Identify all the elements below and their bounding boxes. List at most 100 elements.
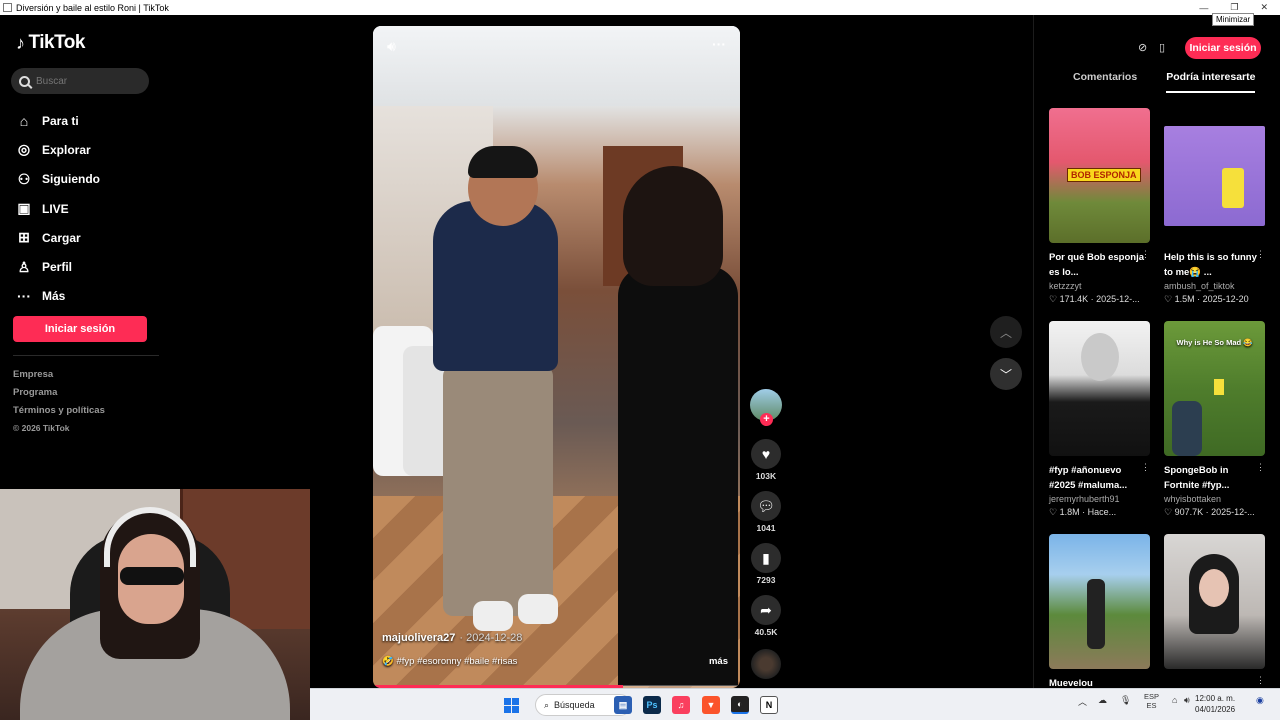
sidebar-footer: Empresa Programa Términos y políticas © … [13, 369, 105, 437]
home-icon: ⌂ [19, 112, 29, 129]
video-author-name[interactable]: majuolivera27 [382, 632, 455, 644]
card-author[interactable]: ambush_of_tiktok [1164, 281, 1265, 291]
sidebar-item-label: Para ti [42, 113, 79, 128]
search-icon [19, 75, 30, 87]
tiktok-logo[interactable]: ♪ TikTok [16, 32, 85, 54]
video-actions: + ♥ 103K 💬︎ 1041 ▮ 7293 ➦ 40.5K [749, 389, 783, 679]
card-author[interactable]: whyisbottaken [1164, 494, 1265, 504]
maximize-icon[interactable]: ❐ [1230, 2, 1238, 13]
video-caption[interactable]: 🤣 #fyp #esoronny #baile #risas [382, 656, 517, 667]
notion-icon[interactable]: N [760, 696, 778, 714]
language-indicator[interactable]: ESP ES [1144, 692, 1159, 710]
sidebar-item-explorar[interactable]: ◎ Explorar [16, 135, 100, 164]
window-title: Diversión y baile al estilo Roni | TikTo… [16, 2, 169, 13]
video-card[interactable]: ⋮ [1164, 534, 1265, 685]
video-more-link[interactable]: más [709, 656, 728, 667]
video-thumbnail[interactable] [1049, 321, 1150, 456]
chevron-up-icon: ︿ [999, 325, 1012, 340]
network-icon[interactable]: ⌂ [1172, 695, 1177, 705]
video-thumbnail[interactable]: BOB ESPONJA [1049, 108, 1150, 243]
footer-link-terminos[interactable]: Términos y políticas [13, 405, 105, 423]
tray-chevron-up-icon[interactable]: ︿ [1078, 695, 1087, 708]
tiktok-note-icon: ♪ [16, 32, 25, 53]
language-sub: ES [1146, 701, 1157, 710]
comment-button[interactable]: 💬︎ [751, 491, 781, 521]
video-scene-man [433, 201, 558, 371]
save-button[interactable]: ▮ [751, 543, 781, 573]
sidebar-item-para-ti[interactable]: ⌂ Para ti [16, 106, 100, 135]
video-card[interactable]: BOB ESPONJA Por qué Bob esponja es lo...… [1049, 108, 1150, 305]
video-thumbnail[interactable] [1164, 534, 1265, 669]
more-options-icon[interactable]: ··· [712, 36, 726, 52]
search-input[interactable] [36, 75, 136, 87]
card-title[interactable]: Por qué Bob esponja es lo... [1049, 250, 1150, 280]
sidebar-item-live[interactable]: ▣ LIVE [16, 194, 100, 223]
feed-navigation: ︿ ﹀ [990, 316, 1022, 400]
follow-plus-icon[interactable]: + [760, 413, 773, 426]
volume-icon[interactable]: 🔊︎ [1184, 695, 1190, 706]
video-scene-ceiling [373, 26, 740, 106]
browser-active-icon[interactable]: ◐ [731, 696, 749, 714]
card-meta: ♡ 907.7K · 2025-12-... [1164, 507, 1255, 517]
card-title[interactable]: SpongeBob in Fortnite #fyp... [1164, 463, 1265, 493]
card-more-icon[interactable]: ⋮ [1141, 462, 1150, 473]
chevron-down-icon: ﹀ [999, 367, 1012, 382]
card-more-icon[interactable]: ⋮ [1256, 249, 1265, 260]
video-date-value: 2024-12-28 [466, 632, 523, 644]
sidebar-divider [13, 355, 159, 356]
notification-icon[interactable]: ◉ [1256, 695, 1264, 706]
video-card[interactable]: Help this is so funny to me😭 ... ⋮ ambus… [1164, 108, 1265, 305]
sidebar-item-siguiendo[interactable]: ⚇ Siguiendo [16, 165, 100, 194]
file-explorer-icon[interactable]: ▤ [614, 696, 632, 714]
video-author[interactable]: majuolivera27 · 2024-12-28 [382, 632, 522, 644]
card-more-icon[interactable]: ⋮ [1256, 462, 1265, 473]
minimize-icon[interactable]: — [1199, 3, 1208, 13]
tab-podria-interesarte[interactable]: Podría interesarte [1166, 71, 1256, 93]
video-date: · 2024-12-28 [459, 632, 523, 644]
author-avatar[interactable]: + [750, 389, 782, 426]
music-app-icon[interactable]: ♫ [672, 696, 690, 714]
video-thumbnail[interactable]: Why is He So Mad 😂 [1164, 321, 1265, 456]
volume-icon[interactable]: 🔊︎ [387, 38, 396, 55]
like-button[interactable]: ♥ [751, 439, 781, 469]
sidebar-item-perfil[interactable]: ♙ Perfil [16, 252, 100, 281]
device-icon[interactable]: ▯ [1159, 41, 1165, 54]
sidebar-item-label: Más [42, 289, 66, 304]
card-more-icon[interactable]: ⋮ [1141, 249, 1150, 260]
card-author[interactable]: jeremyrhuberth91 [1049, 494, 1150, 504]
sidebar-item-cargar[interactable]: ⊞ Cargar [16, 223, 100, 252]
search-box[interactable] [11, 68, 149, 94]
close-icon[interactable]: ✕ [1260, 2, 1268, 13]
card-title[interactable]: Help this is so funny to me😭 ... [1164, 250, 1265, 280]
video-card[interactable]: Muevelou [1049, 534, 1150, 706]
clock-date: 04/01/2026 [1195, 705, 1236, 714]
sidebar-item-label: Perfil [42, 260, 73, 275]
video-card[interactable]: #fyp #añonuevo #2025 #maluma... ⋮ jeremy… [1049, 321, 1150, 518]
footer-link-programa[interactable]: Programa [13, 387, 105, 405]
video-thumbnail[interactable] [1049, 534, 1150, 669]
onedrive-icon[interactable]: ☁ [1098, 695, 1107, 706]
brave-browser-icon[interactable]: ▼ [702, 696, 720, 714]
photoshop-icon[interactable]: Ps [643, 696, 661, 714]
card-more-icon[interactable]: ⋮ [1256, 675, 1265, 686]
taskbar-clock[interactable]: 12:00 a. m. 04/01/2026 [1195, 693, 1235, 715]
card-author[interactable]: ketzzzyt [1049, 281, 1150, 291]
music-disc-icon[interactable] [751, 649, 781, 679]
previous-video-button[interactable]: ︿ [990, 316, 1022, 348]
footer-link-empresa[interactable]: Empresa [13, 369, 105, 387]
tab-comentarios[interactable]: Comentarios [1073, 71, 1137, 93]
windows-start-icon[interactable] [504, 698, 519, 713]
video-thumbnail[interactable] [1164, 108, 1265, 243]
share-button[interactable]: ➦ [751, 595, 781, 625]
card-meta: ♡ 171.4K · 2025-12-... [1049, 294, 1140, 304]
video-card[interactable]: Why is He So Mad 😂 SpongeBob in Fortnite… [1164, 321, 1265, 518]
explore-compass-icon[interactable]: ⊘ [1138, 41, 1147, 54]
login-button[interactable]: Iniciar sesión [13, 316, 147, 342]
video-player[interactable]: 🔊︎ ··· majuolivera27 · 2024-12-28 🤣 #fyp … [373, 26, 740, 688]
next-video-button[interactable]: ﹀ [990, 358, 1022, 390]
microphone-icon[interactable]: 🎙︎ [1120, 695, 1131, 706]
sidebar-item-mas[interactable]: ··· Más [16, 282, 100, 311]
panel-login-button[interactable]: Iniciar sesión [1185, 37, 1261, 59]
card-title[interactable]: #fyp #añonuevo #2025 #maluma... [1049, 463, 1150, 493]
more-icon: ··· [17, 288, 31, 305]
